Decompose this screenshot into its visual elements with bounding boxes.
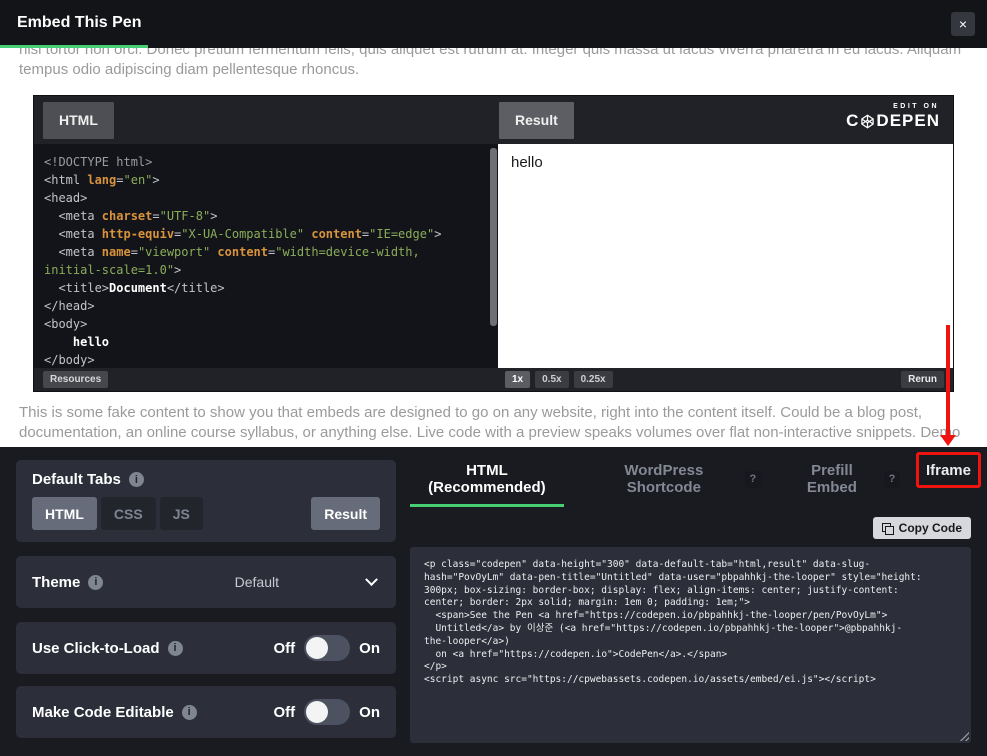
tab-iframe[interactable]: Iframe — [926, 460, 971, 490]
rerun-button[interactable]: Rerun — [901, 371, 944, 388]
default-tabs-panel: Default Tabs i HTML CSS JS Result — [16, 460, 396, 542]
fake-paragraph-top: nisl tortor non orci. Donec pretium ferm… — [19, 48, 962, 78]
copy-code-row: Copy Code — [410, 517, 971, 539]
embed-body: <!DOCTYPE html> <html lang="en"> <head> <m… — [34, 144, 953, 368]
edit-on-label: EDIT ON — [893, 103, 939, 110]
help-icon[interactable]: ? — [744, 470, 761, 488]
editor-scrollbar[interactable] — [489, 144, 498, 368]
theme-label: Theme — [32, 573, 81, 591]
embed-tab-result[interactable]: Result — [499, 101, 574, 139]
info-icon[interactable]: i — [128, 472, 144, 487]
default-tabs-label: Default Tabs — [32, 471, 121, 488]
copy-code-button[interactable]: Copy Code — [872, 517, 971, 539]
code-editable-off-label: Off — [273, 703, 296, 721]
scrollbar-thumb[interactable] — [490, 148, 497, 326]
default-tab-result-button[interactable]: Result — [311, 497, 380, 530]
zoom-1x-button[interactable]: 1x — [505, 371, 531, 388]
toggle-knob — [306, 701, 329, 723]
embed-footer: Resources 1x 0.5x 0.25x Rerun — [34, 368, 953, 391]
result-panel: hello — [498, 144, 953, 368]
code-editable-on-label: On — [359, 703, 380, 721]
embed-code-text: <p class="codepen" data-height="300" dat… — [424, 559, 922, 686]
code-editable-toggle[interactable] — [304, 699, 351, 725]
code-editable-label: Make Code Editable — [32, 703, 174, 721]
tab-iframe-wrapper: Iframe — [915, 325, 981, 490]
codepen-logo: C DEPEN — [846, 111, 940, 131]
tab-html-recommended[interactable]: HTML (Recommended) — [410, 460, 564, 507]
tab-label: WordPress Shortcode — [624, 462, 704, 496]
embedded-pen-preview: HTML Result EDIT ON C DEPEN <!DOCTYPE ht… — [33, 95, 954, 392]
default-tab-js-button[interactable]: JS — [159, 497, 203, 530]
zoom-05x-button[interactable]: 0.5x — [535, 371, 569, 388]
zoom-buttons: 1x 0.5x 0.25x — [505, 371, 613, 388]
edit-on-codepen-link[interactable]: EDIT ON C DEPEN — [846, 103, 940, 131]
code-editor[interactable]: <!DOCTYPE html> <html lang="en"> <head> <m… — [34, 144, 489, 368]
click-to-load-panel: Use Click-to-Load i Off On — [16, 622, 396, 674]
embed-code-textarea[interactable]: <p class="codepen" data-height="300" dat… — [410, 547, 971, 743]
click-to-load-on-label: On — [359, 639, 380, 657]
info-icon[interactable]: i — [88, 574, 104, 590]
modal-title: Embed This Pen — [17, 14, 142, 31]
toggle-knob — [306, 637, 329, 659]
close-icon: × — [958, 16, 968, 32]
embed-tab-html[interactable]: HTML — [43, 101, 114, 139]
tab-label: Prefill Embed — [806, 462, 857, 496]
theme-panel[interactable]: Theme i Default — [16, 556, 396, 608]
copy-code-label: Copy Code — [898, 521, 962, 535]
codepen-logo-icon — [861, 113, 875, 129]
codepen-logo-text-before: C — [846, 111, 860, 130]
embed-this-pen-modal: Embed This Pen × nisl tortor non orci. D… — [0, 0, 987, 756]
embed-header: HTML Result EDIT ON C DEPEN — [34, 96, 953, 144]
help-icon[interactable]: ? — [883, 470, 900, 488]
click-to-load-label: Use Click-to-Load — [32, 639, 160, 657]
click-to-load-toggle[interactable] — [304, 635, 351, 661]
editor-lines: <!DOCTYPE html> <html lang="en"> <head> <m… — [44, 155, 442, 367]
fake-content-page: nisl tortor non orci. Donec pretium ferm… — [0, 48, 987, 447]
click-to-load-off-label: Off — [273, 639, 296, 657]
modal-header: Embed This Pen × — [0, 0, 987, 48]
close-button[interactable]: × — [951, 12, 975, 36]
info-icon[interactable]: i — [167, 640, 183, 656]
zoom-025x-button[interactable]: 0.25x — [573, 371, 613, 388]
embed-code-tabs: HTML (Recommended) WordPress Shortcode ?… — [410, 325, 981, 507]
tab-wordpress-shortcode[interactable]: WordPress Shortcode ? — [590, 460, 761, 507]
options-column: Default Tabs i HTML CSS JS Result Theme … — [16, 460, 396, 743]
result-output: hello — [511, 154, 543, 171]
tab-prefill-embed[interactable]: Prefill Embed ? — [787, 460, 900, 507]
resources-button[interactable]: Resources — [43, 371, 109, 388]
codepen-logo-text-after: DEPEN — [876, 111, 940, 130]
copy-icon — [881, 522, 894, 535]
chevron-down-icon — [365, 572, 378, 586]
default-tab-html-button[interactable]: HTML — [32, 497, 97, 530]
info-icon[interactable]: i — [181, 704, 197, 720]
default-tab-css-button[interactable]: CSS — [100, 497, 156, 530]
embed-code-column: HTML (Recommended) WordPress Shortcode ?… — [410, 325, 981, 743]
resize-handle-icon[interactable] — [958, 730, 969, 741]
code-editable-panel: Make Code Editable i Off On — [16, 686, 396, 738]
embed-options-section: Default Tabs i HTML CSS JS Result Theme … — [0, 325, 987, 756]
fake-paragraph-bottom: This is some fake content to show you th… — [19, 404, 961, 441]
theme-selected-value: Default — [234, 574, 279, 590]
